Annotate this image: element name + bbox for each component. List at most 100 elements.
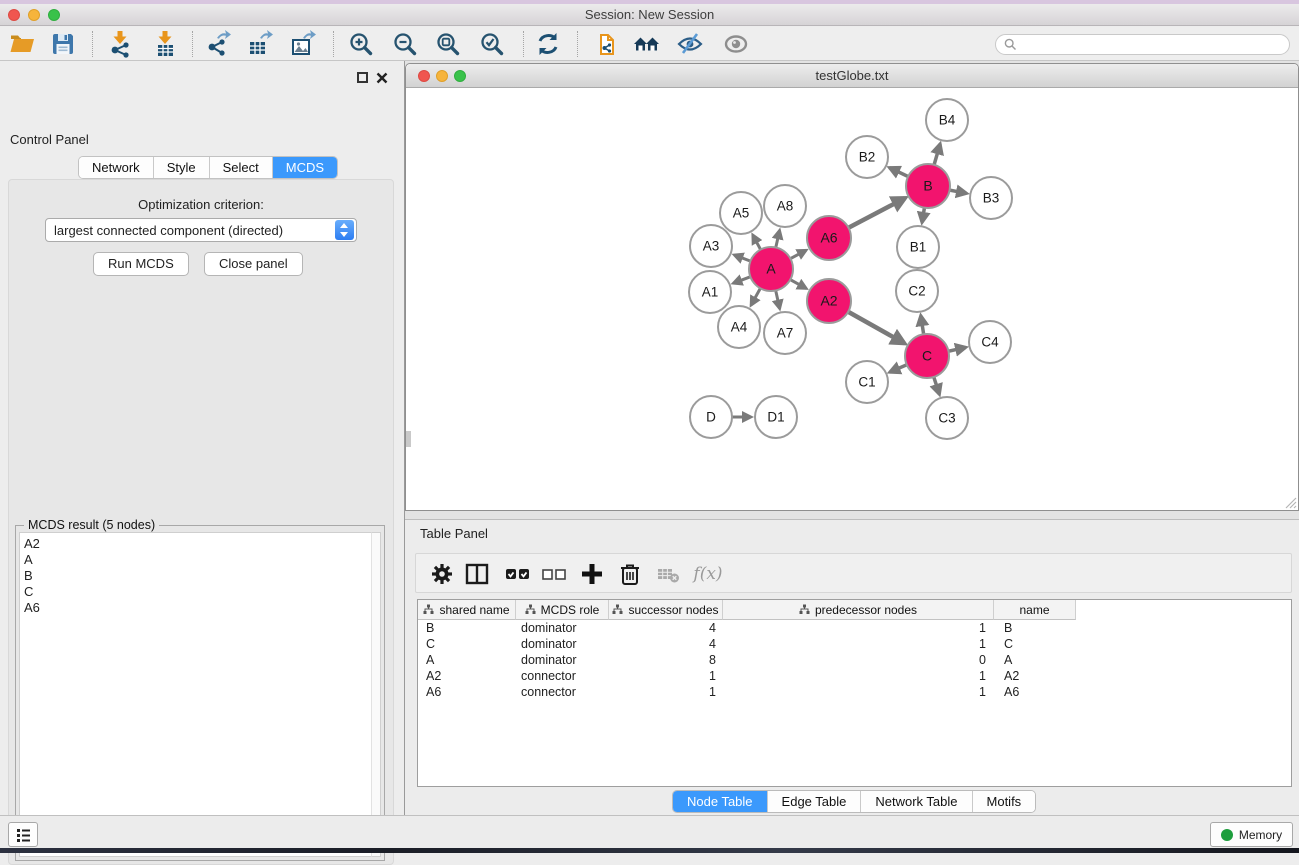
tab-mcds[interactable]: MCDS xyxy=(273,157,337,178)
table-cell[interactable]: connector xyxy=(516,668,609,684)
hide-labels-button[interactable] xyxy=(676,30,704,58)
table-cell[interactable]: connector xyxy=(516,684,609,700)
save-session-button[interactable] xyxy=(49,30,77,58)
close-window-light[interactable] xyxy=(8,9,20,21)
memory-button[interactable]: Memory xyxy=(1210,822,1293,847)
minimize-network-window-light[interactable] xyxy=(436,70,448,82)
column-browser-button[interactable] xyxy=(463,560,491,588)
tab-network[interactable]: Network xyxy=(79,157,154,178)
graph-node-c[interactable]: C xyxy=(905,334,949,378)
column-header-successor-nodes[interactable]: successor nodes xyxy=(609,600,723,620)
table-cell[interactable]: 1 xyxy=(609,668,723,684)
table-cell[interactable]: A2 xyxy=(994,668,1076,684)
table-cell[interactable]: 0 xyxy=(723,652,994,668)
table-settings-button[interactable] xyxy=(428,560,456,588)
refresh-button[interactable] xyxy=(534,30,562,58)
function-builder-button[interactable]: f(x) xyxy=(688,560,728,588)
search-box[interactable] xyxy=(995,34,1290,55)
run-mcds-button[interactable]: Run MCDS xyxy=(93,252,189,276)
table-cell[interactable]: 4 xyxy=(609,636,723,652)
table-cell[interactable]: 1 xyxy=(723,668,994,684)
table-row[interactable]: A6connector11A6 xyxy=(418,684,1291,700)
graph-node-c2[interactable]: C2 xyxy=(896,270,938,312)
tab-network-table[interactable]: Network Table xyxy=(861,791,972,812)
mcds-result-item[interactable]: A2 xyxy=(24,536,371,552)
zoom-selected-button[interactable] xyxy=(478,30,506,58)
tab-edge-table[interactable]: Edge Table xyxy=(768,791,862,812)
network-canvas[interactable]: B4B2BB3A5A8A6A3B1AA1C2A2A4A7C4CC1C3DD1 xyxy=(406,88,1298,510)
unselect-all-button[interactable] xyxy=(540,560,568,588)
import-table-button[interactable] xyxy=(151,30,179,58)
network-window-titlebar[interactable]: testGlobe.txt xyxy=(406,64,1298,88)
zoom-fit-button[interactable] xyxy=(434,30,462,58)
table-cell[interactable]: A6 xyxy=(418,684,516,700)
table-cell[interactable]: A xyxy=(994,652,1076,668)
graph-node-a2[interactable]: A2 xyxy=(807,279,851,323)
destroy-table-button[interactable] xyxy=(654,560,682,588)
task-history-button[interactable] xyxy=(8,822,38,847)
zoom-network-window-light[interactable] xyxy=(454,70,466,82)
graph-node-a[interactable]: A xyxy=(749,247,793,291)
graph-node-b4[interactable]: B4 xyxy=(926,99,968,141)
float-panel-icon[interactable] xyxy=(357,72,368,83)
canvas-scroll-nub[interactable] xyxy=(406,431,411,447)
home-layout-button[interactable] xyxy=(633,30,661,58)
tab-motifs[interactable]: Motifs xyxy=(973,791,1036,812)
table-cell[interactable]: dominator xyxy=(516,620,609,636)
add-column-button[interactable] xyxy=(578,560,606,588)
graph-node-d[interactable]: D xyxy=(690,396,732,438)
table-cell[interactable]: C xyxy=(994,636,1076,652)
table-row[interactable]: Bdominator41B xyxy=(418,620,1291,636)
table-cell[interactable]: A xyxy=(418,652,516,668)
table-row[interactable]: Adominator80A xyxy=(418,652,1291,668)
graph-node-a5[interactable]: A5 xyxy=(720,192,762,234)
table-cell[interactable]: 1 xyxy=(723,636,994,652)
table-cell[interactable]: dominator xyxy=(516,652,609,668)
graph-node-c3[interactable]: C3 xyxy=(926,397,968,439)
table-cell[interactable]: B xyxy=(418,620,516,636)
graph-node-b2[interactable]: B2 xyxy=(846,136,888,178)
column-header-predecessor-nodes[interactable]: predecessor nodes xyxy=(723,600,994,620)
mcds-result-item[interactable]: C xyxy=(24,584,371,600)
show-details-button[interactable] xyxy=(722,30,750,58)
graph-node-a3[interactable]: A3 xyxy=(690,225,732,267)
table-cell[interactable]: 4 xyxy=(609,620,723,636)
table-cell[interactable]: C xyxy=(418,636,516,652)
graph-node-a7[interactable]: A7 xyxy=(764,312,806,354)
import-network-button[interactable] xyxy=(106,30,134,58)
tab-style[interactable]: Style xyxy=(154,157,210,178)
table-row[interactable]: Cdominator41C xyxy=(418,636,1291,652)
table-cell[interactable]: A6 xyxy=(994,684,1076,700)
graph-node-b[interactable]: B xyxy=(906,164,950,208)
column-header-name[interactable]: name xyxy=(994,600,1076,620)
graph-node-a8[interactable]: A8 xyxy=(764,185,806,227)
mcds-result-scrollbar[interactable] xyxy=(371,532,381,857)
table-cell[interactable]: dominator xyxy=(516,636,609,652)
export-network-button[interactable] xyxy=(204,30,232,58)
table-cell[interactable]: 1 xyxy=(609,684,723,700)
tab-node-table[interactable]: Node Table xyxy=(673,791,768,812)
search-input[interactable] xyxy=(1017,38,1281,52)
graph-node-b3[interactable]: B3 xyxy=(970,177,1012,219)
table-cell[interactable]: B xyxy=(994,620,1076,636)
table-cell[interactable]: 1 xyxy=(723,620,994,636)
delete-column-button[interactable] xyxy=(616,560,644,588)
graph-node-a4[interactable]: A4 xyxy=(718,306,760,348)
network-overview-button[interactable] xyxy=(591,30,619,58)
export-table-button[interactable] xyxy=(246,30,274,58)
mcds-result-item[interactable]: A xyxy=(24,552,371,568)
mcds-result-list[interactable]: A2ABCA6 xyxy=(19,532,371,857)
graph-node-c1[interactable]: C1 xyxy=(846,361,888,403)
graph-node-a1[interactable]: A1 xyxy=(689,271,731,313)
table-cell[interactable]: A2 xyxy=(418,668,516,684)
select-all-button[interactable] xyxy=(504,560,532,588)
zoom-window-light[interactable] xyxy=(48,9,60,21)
graph-node-a6[interactable]: A6 xyxy=(807,216,851,260)
optimization-criterion-select[interactable]: largest connected component (directed) xyxy=(45,218,357,242)
window-resize-grip[interactable] xyxy=(1283,495,1297,509)
tab-select[interactable]: Select xyxy=(210,157,273,178)
mcds-result-item[interactable]: A6 xyxy=(24,600,371,616)
column-header-mcds-role[interactable]: MCDS role xyxy=(516,600,609,620)
graph-node-d1[interactable]: D1 xyxy=(755,396,797,438)
close-network-window-light[interactable] xyxy=(418,70,430,82)
